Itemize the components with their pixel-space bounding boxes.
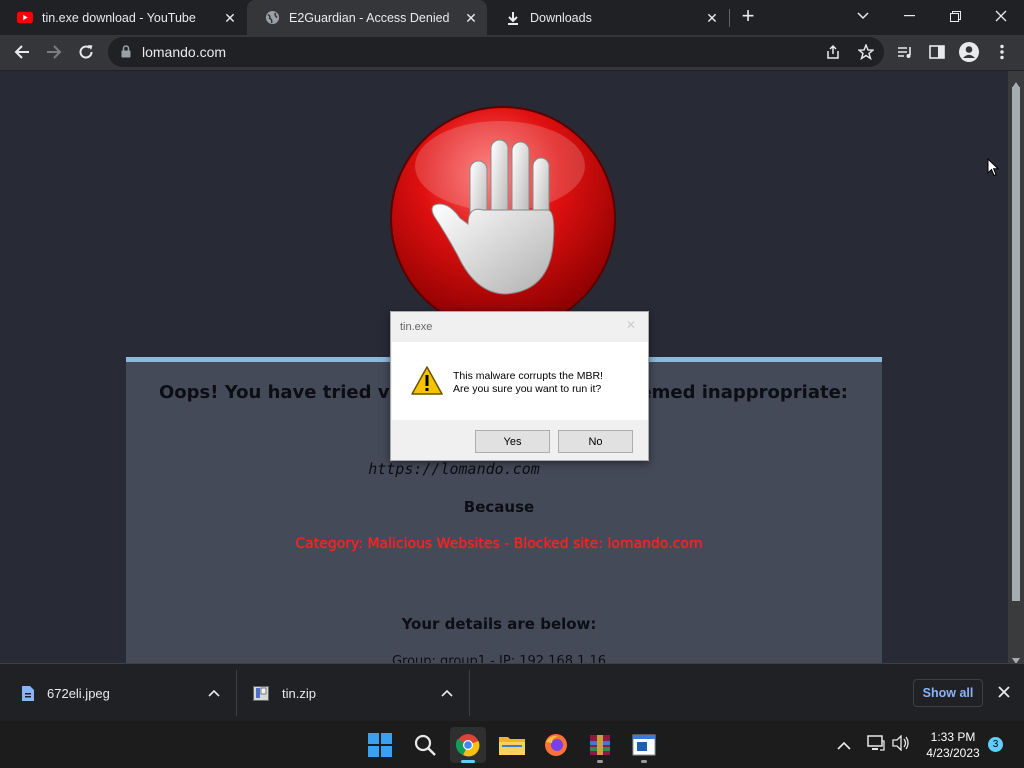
profile-button[interactable]: [955, 38, 983, 66]
tab-divider: [729, 9, 730, 27]
arrow-left-icon: [14, 45, 29, 59]
avatar-icon: [959, 42, 979, 62]
side-panel-button[interactable]: [923, 38, 951, 66]
minimize-icon: [903, 15, 915, 17]
close-downloads-bar-icon[interactable]: [998, 685, 1010, 703]
windows-logo-icon: [368, 733, 392, 757]
scrollbar-thumb[interactable]: [1012, 87, 1020, 601]
side-panel-icon: [929, 45, 945, 59]
chevron-up-icon: [837, 741, 851, 750]
downloads-bar: 672eli.jpeg tin.zip Show all: [0, 663, 1024, 721]
malware-warning-dialog: tin.exe ✕ This malware corrupts the MBR!…: [390, 311, 649, 461]
media-queue-icon: [898, 47, 911, 58]
dialog-close-button[interactable]: ✕: [626, 318, 636, 332]
chrome-taskbar-button[interactable]: [450, 727, 486, 763]
browser-toolbar: lomando.com: [0, 35, 1024, 70]
folder-icon: [499, 737, 525, 755]
download-item[interactable]: 672eli.jpeg: [0, 664, 236, 722]
chevron-up-icon[interactable]: [441, 689, 453, 697]
bookmark-star-icon[interactable]: [857, 43, 875, 65]
tab-search-button[interactable]: [840, 0, 886, 32]
page-scrollbar[interactable]: [1008, 71, 1024, 664]
file-explorer-taskbar-button[interactable]: [494, 727, 530, 763]
winrar-taskbar-button[interactable]: [582, 727, 618, 763]
block-reason: Category: Malicious Websites - Blocked s…: [295, 536, 703, 552]
address-bar[interactable]: lomando.com: [108, 37, 884, 67]
running-indicator: [597, 760, 603, 763]
new-tab-button[interactable]: +: [737, 5, 759, 28]
show-hidden-icons-button[interactable]: [837, 737, 851, 755]
forward-button[interactable]: [40, 38, 68, 66]
show-all-button[interactable]: Show all: [913, 679, 983, 707]
download-item[interactable]: tin.zip: [237, 664, 469, 722]
warning-icon: [411, 366, 443, 400]
reload-icon: [79, 45, 93, 59]
clock-date: 4/23/2023: [926, 746, 980, 760]
details-heading: Your details are below:: [401, 615, 597, 633]
close-icon: [995, 10, 1007, 22]
stop-hand-logo: [388, 106, 618, 341]
firefox-icon: [545, 734, 567, 756]
running-indicator: [641, 760, 647, 763]
chevron-up-icon[interactable]: [208, 689, 220, 697]
volume-icon[interactable]: [892, 734, 910, 756]
minimize-button[interactable]: [886, 0, 932, 32]
search-icon: [414, 734, 436, 756]
tab-e2guardian[interactable]: E2Guardian - Access Denied ✕: [247, 0, 487, 35]
winrar-icon: [590, 735, 610, 755]
search-taskbar-button[interactable]: [407, 727, 443, 763]
image-file-icon: [22, 685, 34, 701]
start-button[interactable]: [362, 727, 398, 763]
network-icon[interactable]: [867, 735, 885, 756]
chevron-down-icon: [857, 12, 869, 20]
lock-icon[interactable]: [121, 45, 131, 63]
arrow-right-icon: [47, 45, 62, 59]
restore-button[interactable]: [932, 0, 978, 32]
close-tab-icon[interactable]: ✕: [222, 10, 238, 26]
application-window-icon: [632, 734, 656, 756]
globe-icon: [264, 10, 280, 26]
firefox-taskbar-button[interactable]: [538, 727, 574, 763]
app-window-taskbar-button[interactable]: [626, 727, 662, 763]
details-line: Group: group1 - IP: 192.168.1.16: [391, 654, 607, 663]
restore-icon: [949, 10, 961, 22]
download-divider: [469, 670, 470, 716]
zip-file-icon: [253, 685, 269, 701]
media-control-button[interactable]: [891, 38, 919, 66]
windows-taskbar: 1:33 PM 4/23/2023 3: [0, 721, 1024, 768]
tab-downloads[interactable]: Downloads ✕: [488, 0, 728, 35]
close-tab-icon[interactable]: ✕: [463, 10, 479, 26]
because-label: Because: [463, 498, 535, 516]
tab-youtube[interactable]: tin.exe download - YouTube ✕: [0, 0, 246, 35]
close-tab-icon[interactable]: ✕: [704, 10, 720, 26]
clock[interactable]: 1:33 PM 4/23/2023: [922, 729, 984, 761]
tab-title: E2Guardian - Access Denied: [289, 10, 450, 25]
menu-button[interactable]: [988, 38, 1016, 66]
reload-button[interactable]: [72, 38, 100, 66]
close-window-button[interactable]: [978, 0, 1024, 32]
notification-badge[interactable]: 3: [988, 737, 1003, 752]
mouse-cursor-icon: [987, 157, 1000, 182]
share-icon[interactable]: [825, 44, 841, 65]
blocked-url: https://lomando.com: [368, 460, 540, 478]
download-filename: 672eli.jpeg: [47, 685, 110, 701]
more-vertical-icon: [1000, 44, 1004, 60]
back-button[interactable]: [8, 38, 36, 66]
url-text: lomando.com: [142, 44, 227, 60]
tab-strip: tin.exe download - YouTube ✕ E2Guardian …: [0, 0, 1024, 35]
active-indicator: [461, 760, 475, 763]
chrome-icon: [456, 734, 480, 757]
no-button[interactable]: No: [558, 430, 633, 453]
yes-button[interactable]: Yes: [475, 430, 550, 453]
download-filename: tin.zip: [282, 685, 316, 701]
youtube-icon: [17, 10, 33, 26]
dialog-message-line2: Are you sure you want to run it?: [453, 383, 602, 395]
tab-title: Downloads: [530, 10, 592, 25]
dialog-message-line1: This malware corrupts the MBR!: [453, 370, 603, 382]
dialog-message: This malware corrupts the MBR! Are you s…: [453, 370, 603, 396]
clock-time: 1:33 PM: [930, 730, 976, 744]
dialog-title: tin.exe: [400, 321, 433, 333]
download-icon: [505, 10, 521, 26]
tab-title: tin.exe download - YouTube: [42, 10, 196, 25]
